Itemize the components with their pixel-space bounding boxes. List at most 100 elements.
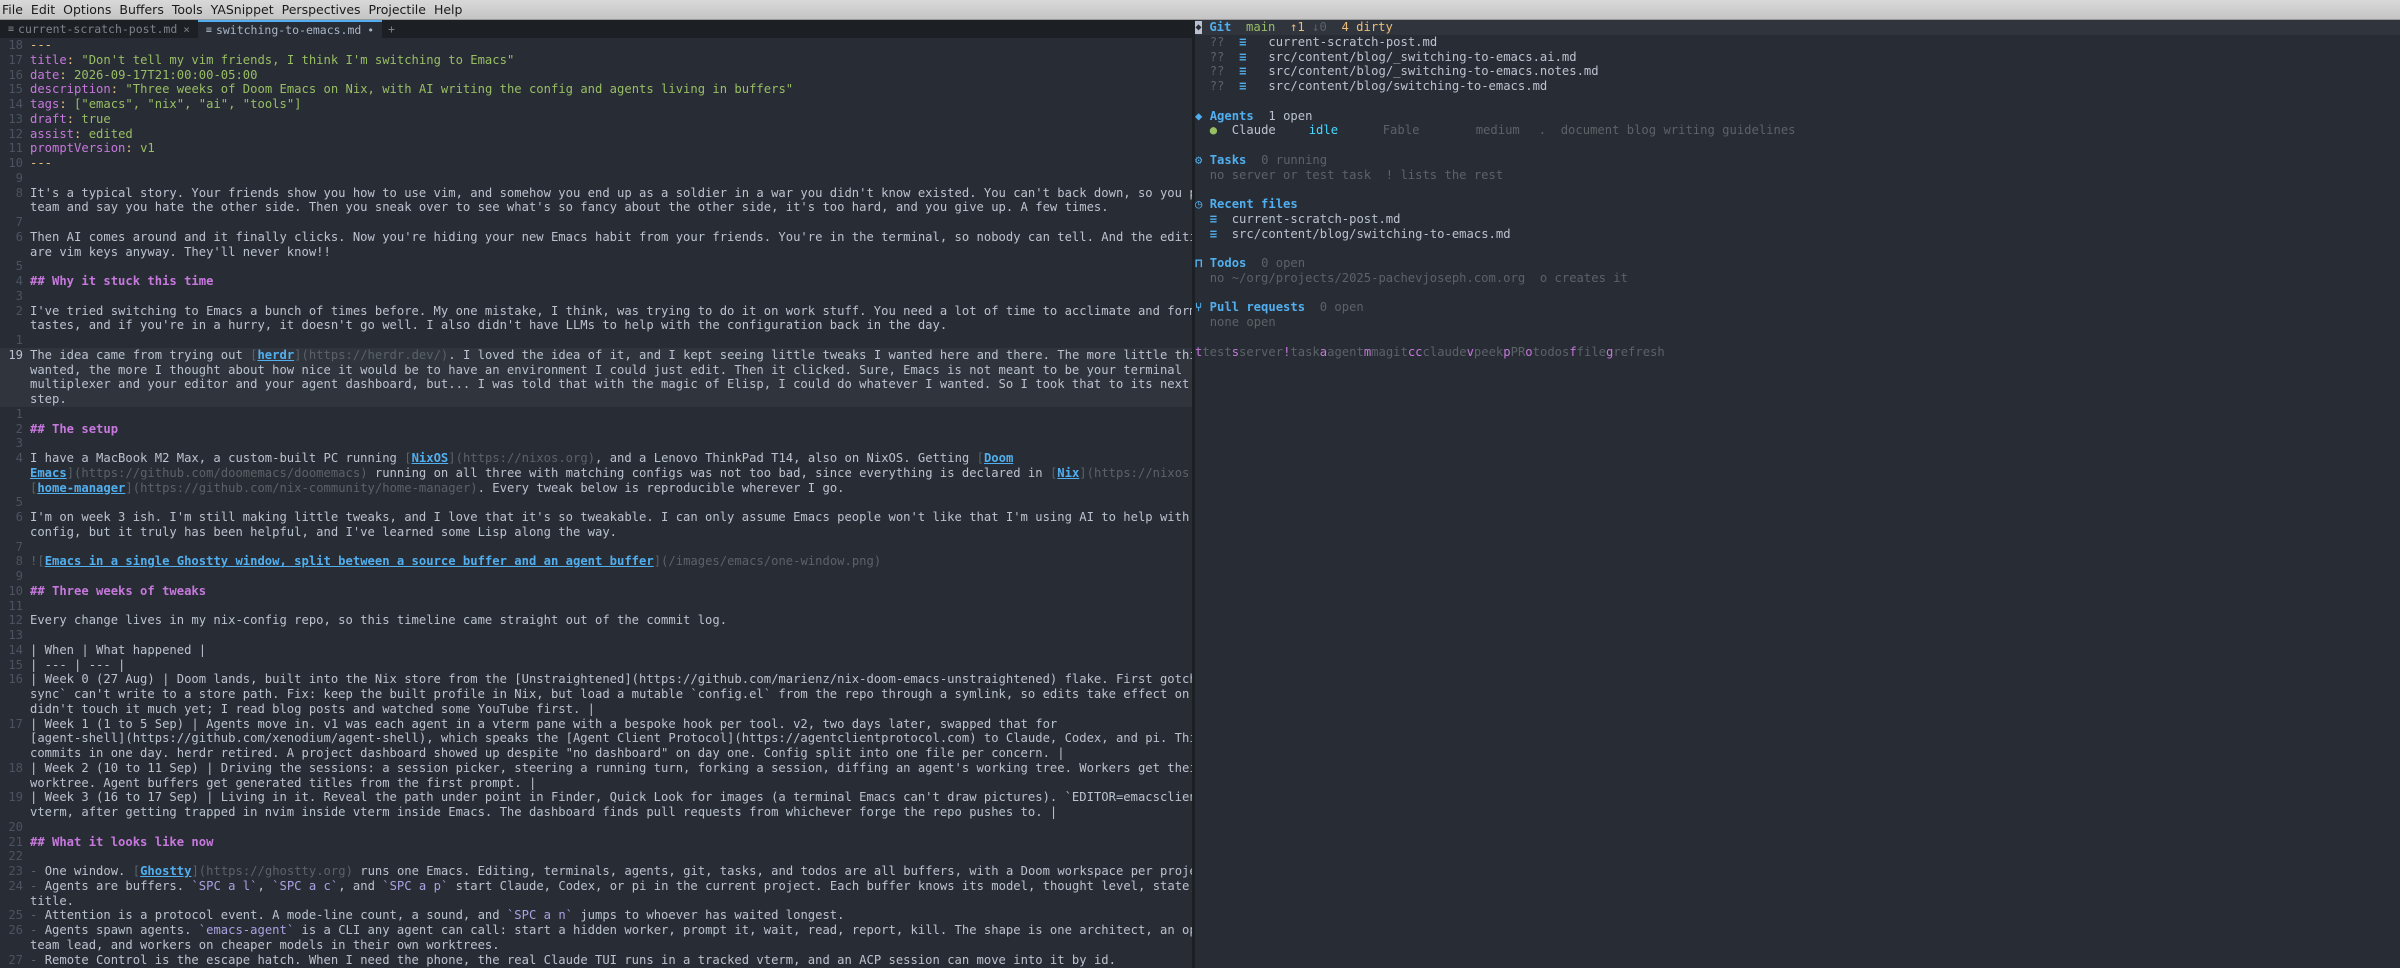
editor-line[interactable]: 11 promptVersion: v1 [0,141,1192,156]
menu-item-options[interactable]: Options [59,2,115,17]
editor-line[interactable]: 1 [0,333,1192,348]
editor-line[interactable]: 7 [0,215,1192,230]
recent-file[interactable]: ≡ src/content/blog/switching-to-emacs.md [1195,227,2400,242]
key-hint-key[interactable]: g [1606,345,1613,360]
editor-line[interactable]: 6 Then AI comes around and it finally cli… [0,230,1192,245]
editor-line[interactable]: 9 [0,171,1192,186]
editor-line[interactable]: title. [0,894,1192,909]
editor-line[interactable]: 5 [0,495,1192,510]
editor-line[interactable]: worktree. Agent buffers get generated ti… [0,776,1192,791]
editor-line[interactable]: 18 | Week 2 (10 to 11 Sep) | Driving the … [0,761,1192,776]
key-hint-key[interactable]: f [1569,345,1576,360]
git-file-name[interactable]: src/content/blog/switching-to-emacs.md [1268,79,1547,94]
editor-line[interactable]: 12 Every change lives in my nix-config re… [0,613,1192,628]
tab-switching-to-emacs[interactable]: ≡ switching-to-emacs.md • [197,20,382,38]
menu-item-perspectives[interactable]: Perspectives [278,2,365,17]
editor-line[interactable]: 1 [0,407,1192,422]
editor-line[interactable]: 19 The idea came from trying out [herdr](… [0,347,1192,363]
markdown-link-text[interactable]: Emacs [30,466,67,480]
recent-header[interactable]: ◷ Recent files [1195,197,2400,212]
git-file-name[interactable]: src/content/blog/_switching-to-emacs.not… [1268,64,1598,79]
editor-line[interactable]: 11 [0,599,1192,614]
tab-current-scratch-post[interactable]: ≡ current-scratch-post.md × [0,20,198,38]
git-file-name[interactable]: src/content/blog/_switching-to-emacs.ai.… [1268,50,1576,65]
editor-line[interactable]: are vim keys anyway. They'll never know!… [0,245,1192,260]
editor-line[interactable]: 13 [0,628,1192,643]
markdown-link-text[interactable]: Ghostty [140,864,191,878]
editor-line[interactable]: [home-manager](https://github.com/nix-co… [0,481,1192,496]
editor-line[interactable]: 27- Remote Control is the escape hatch. … [0,953,1192,968]
editor-line[interactable]: 16 | Week 0 (27 Aug) | Doom lands, built … [0,672,1192,687]
editor-line[interactable]: 17 title: "Don't tell my vim friends, I t… [0,53,1192,68]
menu-item-projectile[interactable]: Projectile [365,2,430,17]
editor-line[interactable]: 24- Agents are buffers. `SPC a l`, `SPC … [0,879,1192,894]
editor-line[interactable]: 4 I have a MacBook M2 Max, a custom-built… [0,451,1192,466]
git-file-name[interactable]: current-scratch-post.md [1268,35,1437,50]
markdown-link-text[interactable]: Nix [1057,466,1079,480]
editor-line[interactable]: commits in one day. herdr retired. A pro… [0,746,1192,761]
editor-line[interactable]: Emacs](https://github.com/doomemacs/doom… [0,466,1192,481]
editor-line[interactable]: 10 --- [0,156,1192,171]
agents-header[interactable]: ◆ Agents 1 open [1195,109,2400,124]
git-file-row[interactable]: ?? ≡ src/content/blog/_switching-to-emac… [1195,50,2400,65]
editor-line[interactable]: 8 It's a typical story. Your friends show… [0,186,1192,201]
git-file-row[interactable]: ?? ≡ src/content/blog/_switching-to-emac… [1195,64,2400,79]
editor-line[interactable]: 18 --- [0,38,1192,53]
editor-line[interactable]: wanted, the more I thought about how nic… [0,362,1192,378]
editor-line[interactable]: team and say you hate the other side. Th… [0,200,1192,215]
editor-line[interactable]: 26- Agents spawn agents. `emacs-agent` i… [0,923,1192,938]
markdown-link-text[interactable]: Emacs in a single Ghostty window, split … [45,554,654,568]
editor-line[interactable]: vterm, after getting trapped in nvim ins… [0,805,1192,820]
editor-line[interactable]: config, but it truly has been helpful, a… [0,525,1192,540]
agent-row[interactable]: ● Claude idle Fable medium . document bl… [1195,123,2400,138]
editor-line[interactable]: step. [0,392,1192,407]
menu-item-edit[interactable]: Edit [27,2,59,17]
key-hint-key[interactable]: v [1467,345,1474,360]
recent-file-name[interactable]: current-scratch-post.md [1232,212,1401,227]
editor-line[interactable]: 3 [0,436,1192,451]
menu-item-file[interactable]: File [0,2,27,17]
recent-file[interactable]: ≡ current-scratch-post.md [1195,212,2400,227]
menu-item-tools[interactable]: Tools [168,2,207,17]
editor-line[interactable]: 5 [0,259,1192,274]
git-file-row[interactable]: ?? ≡ src/content/blog/switching-to-emacs… [1195,79,2400,94]
editor-line[interactable]: 8 ![Emacs in a single Ghostty window, spl… [0,554,1192,569]
editor-line[interactable]: 12 assist: edited [0,127,1192,142]
editor-line[interactable]: tastes, and if you're in a hurry, it doe… [0,318,1192,333]
editor-line[interactable]: 17 | Week 1 (1 to 5 Sep) | Agents move in… [0,717,1192,732]
todos-header[interactable]: ⊓ Todos 0 open [1195,256,2400,271]
editor-line[interactable]: 10 ## Three weeks of tweaks [0,584,1192,599]
editor-line[interactable]: 13 draft: true [0,112,1192,127]
editor-pane[interactable]: 18 --- 17 title: "Don't tell my vim friends… [0,38,1192,968]
markdown-link-text[interactable]: Doom [984,451,1013,465]
editor-line[interactable]: 2 I've tried switching to Emacs a bunch o… [0,304,1192,319]
project-dashboard[interactable]: ◆ Git main ↑1 ↓0 4 dirty ?? ≡ current-sc… [1195,20,2400,968]
markdown-link-text[interactable]: herdr [257,348,294,362]
editor-line[interactable]: 16 date: 2026-09-17T21:00:00-05:00 [0,68,1192,83]
editor-line[interactable]: 19 | Week 3 (16 to 17 Sep) | Living in it… [0,790,1192,805]
editor-line[interactable]: sync` can't write to a store path. Fix: … [0,687,1192,702]
menu-item-buffers[interactable]: Buffers [115,2,167,17]
key-hint-key[interactable]: t [1195,345,1202,360]
key-hint-key[interactable]: ! [1283,345,1290,360]
tasks-header[interactable]: ⚙ Tasks 0 running [1195,153,2400,168]
editor-line[interactable]: 7 [0,540,1192,555]
key-hint-key[interactable]: p [1503,345,1510,360]
new-tab-button[interactable]: + [382,20,401,38]
menu-item-help[interactable]: Help [430,2,467,17]
editor-line[interactable]: 9 [0,569,1192,584]
key-hint-key[interactable]: m [1364,345,1371,360]
editor-line[interactable]: 2 ## The setup [0,422,1192,437]
editor-line[interactable]: 15 description: "Three weeks of Doom Emac… [0,82,1192,97]
key-hint-key[interactable]: a [1320,345,1327,360]
key-hint-key[interactable]: o [1525,345,1532,360]
editor-line[interactable]: 14 | When | What happened | [0,643,1192,658]
editor-line[interactable]: multiplexer and your editor and your age… [0,377,1192,392]
git-file-row[interactable]: ?? ≡ current-scratch-post.md [1195,35,2400,50]
editor-line[interactable]: [agent-shell](https://github.com/xenodiu… [0,731,1192,746]
editor-line[interactable]: 21 ## What it looks like now [0,835,1192,850]
key-hint-key[interactable]: s [1232,345,1239,360]
editor-line[interactable]: 14 tags: ["emacs", "nix", "ai", "tools"] [0,97,1192,112]
markdown-link-text[interactable]: NixOS [412,451,449,465]
git-branch[interactable]: main [1246,20,1275,35]
